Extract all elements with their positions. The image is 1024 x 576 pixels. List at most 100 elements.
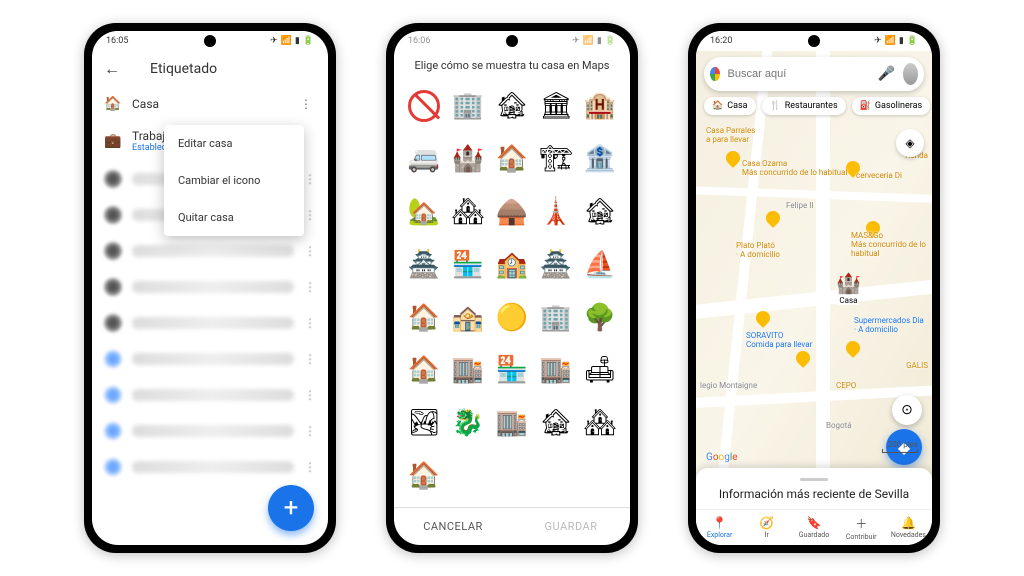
icon-option[interactable]: 🏬	[536, 348, 576, 392]
list-item[interactable]: ⋮	[92, 233, 328, 269]
icon-option[interactable]: 🏪	[448, 243, 488, 287]
icon-option[interactable]: 🏘	[448, 190, 488, 234]
google-logo-icon	[710, 67, 720, 81]
header: ← Etiquetado	[92, 51, 328, 87]
icon-option[interactable]: 🏛	[536, 84, 576, 128]
sheet-title: Información más reciente de Sevilla	[708, 487, 920, 501]
poi-super[interactable]: Supermercados Dia· A domicilio	[854, 316, 924, 334]
icon-option[interactable]: 🚐	[404, 137, 444, 181]
icon-option[interactable]: 🗼	[536, 190, 576, 234]
list-item[interactable]: ⋮	[92, 305, 328, 341]
icon-option[interactable]: 🛖	[492, 190, 532, 234]
icon-option[interactable]: 🏡	[404, 190, 444, 234]
icon-grid: 🏢🏚🏛🏨🚐🏰🏠🏗🏦🏡🏘🛖🗼🏚🏯🏪🏫🏯⛵🏠🏤🟡🏢🌳🏠🏬🏪🏬🛋🏞🐉🏬🏚🏘🏠	[394, 80, 630, 507]
status-bar: 16:06 ✈📶▮🔋	[394, 31, 630, 51]
list-item[interactable]: ⋮	[92, 449, 328, 485]
nav-go[interactable]: 🧭Ir	[743, 510, 790, 545]
icon-option[interactable]: 🏦	[580, 137, 620, 181]
nav-contribute[interactable]: ＋Contribuir	[838, 510, 885, 545]
phone-2-frame: 16:06 ✈📶▮🔋 Elige cómo se muestra tu casa…	[386, 23, 638, 553]
list-item[interactable]: ⋮	[92, 269, 328, 305]
icon-option[interactable]	[404, 84, 444, 128]
chip-casa[interactable]: 🏠 Casa	[704, 97, 756, 115]
icon-option[interactable]: 🏗	[536, 137, 576, 181]
icon-option[interactable]: 🏫	[492, 243, 532, 287]
menu-item-edit[interactable]: Editar casa	[164, 125, 304, 162]
icon-option[interactable]: 🏠	[404, 454, 444, 498]
signal-icon: ▮	[295, 36, 300, 46]
nav-updates[interactable]: 🔔Novedades	[885, 510, 932, 545]
search-bar[interactable]: 🎤	[704, 57, 924, 91]
more-icon[interactable]: ⋮	[296, 97, 316, 111]
list-item-casa[interactable]: 🏠 Casa ⋮	[92, 87, 328, 121]
icon-option[interactable]: 🟡	[492, 296, 532, 340]
icon-option[interactable]: 🏚	[580, 190, 620, 234]
bottom-sheet[interactable]: Información más reciente de Sevilla	[696, 468, 932, 509]
list-item[interactable]: ⋮	[92, 413, 328, 449]
icon-option[interactable]: ⛵	[580, 243, 620, 287]
bell-icon: 🔔	[901, 516, 916, 530]
mic-icon[interactable]: 🎤	[878, 66, 895, 82]
icon-option[interactable]: 🏨	[580, 84, 620, 128]
save-button[interactable]: GUARDAR	[512, 508, 630, 545]
map[interactable]: Casa Parralesa para llevar Casa OzamaMás…	[696, 51, 932, 545]
back-icon[interactable]: ←	[104, 59, 120, 79]
icon-option[interactable]: 🌳	[580, 296, 620, 340]
icon-option[interactable]: 🏤	[448, 296, 488, 340]
icon-option[interactable]: 🏠	[404, 296, 444, 340]
poi-casa-parrales[interactable]: Casa Parralesa para llevar	[706, 126, 755, 144]
add-button[interactable]: +	[268, 485, 314, 531]
icon-option[interactable]: 🏚	[492, 84, 532, 128]
locate-button[interactable]: ⊙	[892, 395, 922, 425]
nav-icon: 🧭	[759, 516, 774, 530]
nav-explore[interactable]: 📍Explorar	[696, 510, 743, 545]
list-item[interactable]: ⋮	[92, 341, 328, 377]
poi-plato[interactable]: Plato Plató· A domicilio	[736, 241, 780, 259]
poi-cerv[interactable]: cerveceria Di	[856, 171, 902, 180]
plus-icon: ＋	[855, 515, 867, 532]
icon-option[interactable]: 🏪	[492, 348, 532, 392]
send-icon: ✈	[270, 36, 278, 46]
icon-option[interactable]: 🏚	[536, 401, 576, 445]
icon-option[interactable]: 🏠	[404, 348, 444, 392]
icon-option[interactable]: 🏢	[536, 296, 576, 340]
icon-option[interactable]: 🏞	[404, 401, 444, 445]
icon-option[interactable]: 🏬	[492, 401, 532, 445]
icon-option[interactable]: 🏘	[580, 401, 620, 445]
home-icon: 🏠	[104, 95, 122, 113]
poi-galis[interactable]: GALIS	[906, 361, 928, 370]
chip-gasolineras[interactable]: ⛽ Gasolineras	[852, 97, 931, 115]
icon-option[interactable]: 🏬	[448, 348, 488, 392]
cancel-button[interactable]: CANCELAR	[394, 508, 512, 545]
poi-ozama[interactable]: Casa OzamaMás concurrido de lo habitual	[742, 159, 847, 177]
icon-option[interactable]: 🏯	[536, 243, 576, 287]
search-input[interactable]	[728, 68, 870, 80]
menu-item-change-icon[interactable]: Cambiar el icono	[164, 162, 304, 199]
menu-item-remove[interactable]: Quitar casa	[164, 199, 304, 236]
pin-icon: 📍	[712, 516, 727, 530]
icon-option[interactable]: 🏢	[448, 84, 488, 128]
icon-option[interactable]: 🏠	[492, 137, 532, 181]
list-item[interactable]: ⋮	[92, 377, 328, 413]
avatar[interactable]	[903, 63, 918, 85]
icon-option[interactable]: 🏰	[448, 137, 488, 181]
context-menu: Editar casa Cambiar el icono Quitar casa	[164, 125, 304, 236]
street-bogota: Bogotá	[826, 421, 852, 430]
poi-masgo[interactable]: MAS&GoMás concurrido de lo habitual	[851, 231, 932, 258]
chip-restaurantes[interactable]: 🍴 Restaurantes	[762, 97, 846, 115]
page-title: Etiquetado	[150, 61, 217, 77]
poi-soravito[interactable]: SORAVITOComida para llevar	[746, 331, 812, 349]
layers-button[interactable]: ◈	[896, 129, 924, 157]
icon-option[interactable]: 🐉	[448, 401, 488, 445]
icon-option[interactable]: 🛋	[580, 348, 620, 392]
poi-montaigne: legio Montaigne	[700, 381, 757, 390]
work-icon: 💼	[104, 132, 122, 150]
home-marker[interactable]: 🏰 Casa	[836, 271, 861, 305]
icon-option[interactable]: 🏯	[404, 243, 444, 287]
none-icon	[408, 90, 440, 122]
bookmark-icon: 🔖	[807, 516, 822, 530]
status-time: 16:20	[710, 36, 732, 46]
casa-label: Casa	[132, 97, 286, 111]
nav-saved[interactable]: 🔖Guardado	[790, 510, 837, 545]
poi-cepo[interactable]: CEPO	[836, 381, 856, 390]
